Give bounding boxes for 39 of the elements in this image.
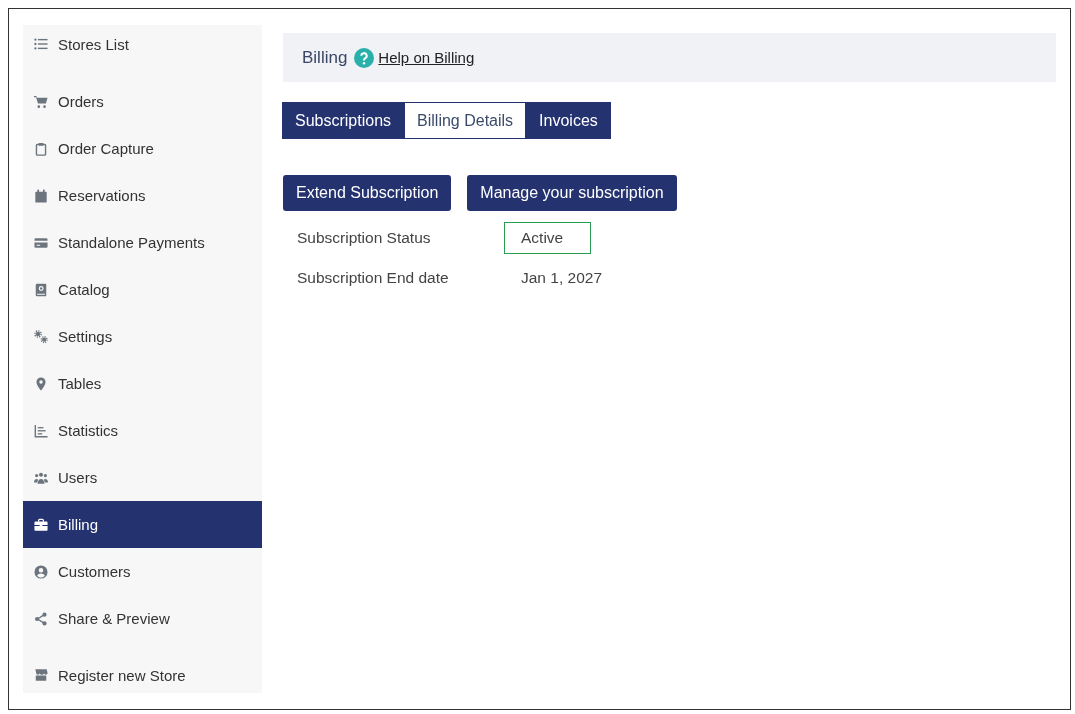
action-button[interactable]: Manage your subscription xyxy=(467,175,677,211)
detail-label: Subscription Status xyxy=(297,229,432,247)
sidebar-item[interactable]: Reservations xyxy=(23,172,262,219)
map-pin-icon xyxy=(34,376,48,391)
bar-chart-icon xyxy=(34,423,48,438)
sidebar-item[interactable]: Billing xyxy=(23,501,262,548)
sidebar-item[interactable]: Register new Store xyxy=(23,657,262,693)
help-link[interactable]: Help on Billing xyxy=(378,49,475,66)
share-icon xyxy=(34,611,48,626)
status-badge: Active xyxy=(504,222,591,254)
gears-icon xyxy=(34,329,48,344)
users-icon xyxy=(34,470,48,485)
sidebar-item[interactable]: Statistics xyxy=(23,407,262,454)
tab[interactable]: Billing Details xyxy=(404,102,527,139)
cart-icon xyxy=(34,94,48,109)
sidebar-item[interactable]: Order Capture xyxy=(23,125,262,172)
calendar-icon xyxy=(34,188,48,203)
sidebar-item[interactable]: Tables xyxy=(23,360,262,407)
clipboard-icon xyxy=(34,141,48,156)
page-title: Billing xyxy=(302,47,348,68)
detail-value: Jan 1, 2027 xyxy=(520,269,603,287)
briefcase-icon xyxy=(34,517,48,532)
sidebar-item[interactable]: Standalone Payments xyxy=(23,219,262,266)
credit-card-icon xyxy=(34,235,48,250)
sidebar-item[interactable]: Settings xyxy=(23,313,262,360)
sidebar-item[interactable]: Users xyxy=(23,454,262,501)
detail-label: Subscription End date xyxy=(297,269,450,287)
sidebar-item[interactable]: Orders xyxy=(23,78,262,125)
tab[interactable]: Subscriptions xyxy=(282,102,405,139)
sidebar-item[interactable]: Customers xyxy=(23,548,262,595)
tab[interactable]: Invoices xyxy=(526,102,611,139)
list-icon xyxy=(34,37,48,51)
help-icon[interactable] xyxy=(354,47,375,68)
action-button[interactable]: Extend Subscription xyxy=(283,175,452,211)
sidebar-item[interactable]: Share & Preview xyxy=(23,595,262,642)
sidebar-item[interactable]: Stores List xyxy=(23,25,262,63)
store-icon xyxy=(34,668,48,682)
sidebar-item[interactable]: Catalog xyxy=(23,266,262,313)
book-icon xyxy=(34,282,48,297)
